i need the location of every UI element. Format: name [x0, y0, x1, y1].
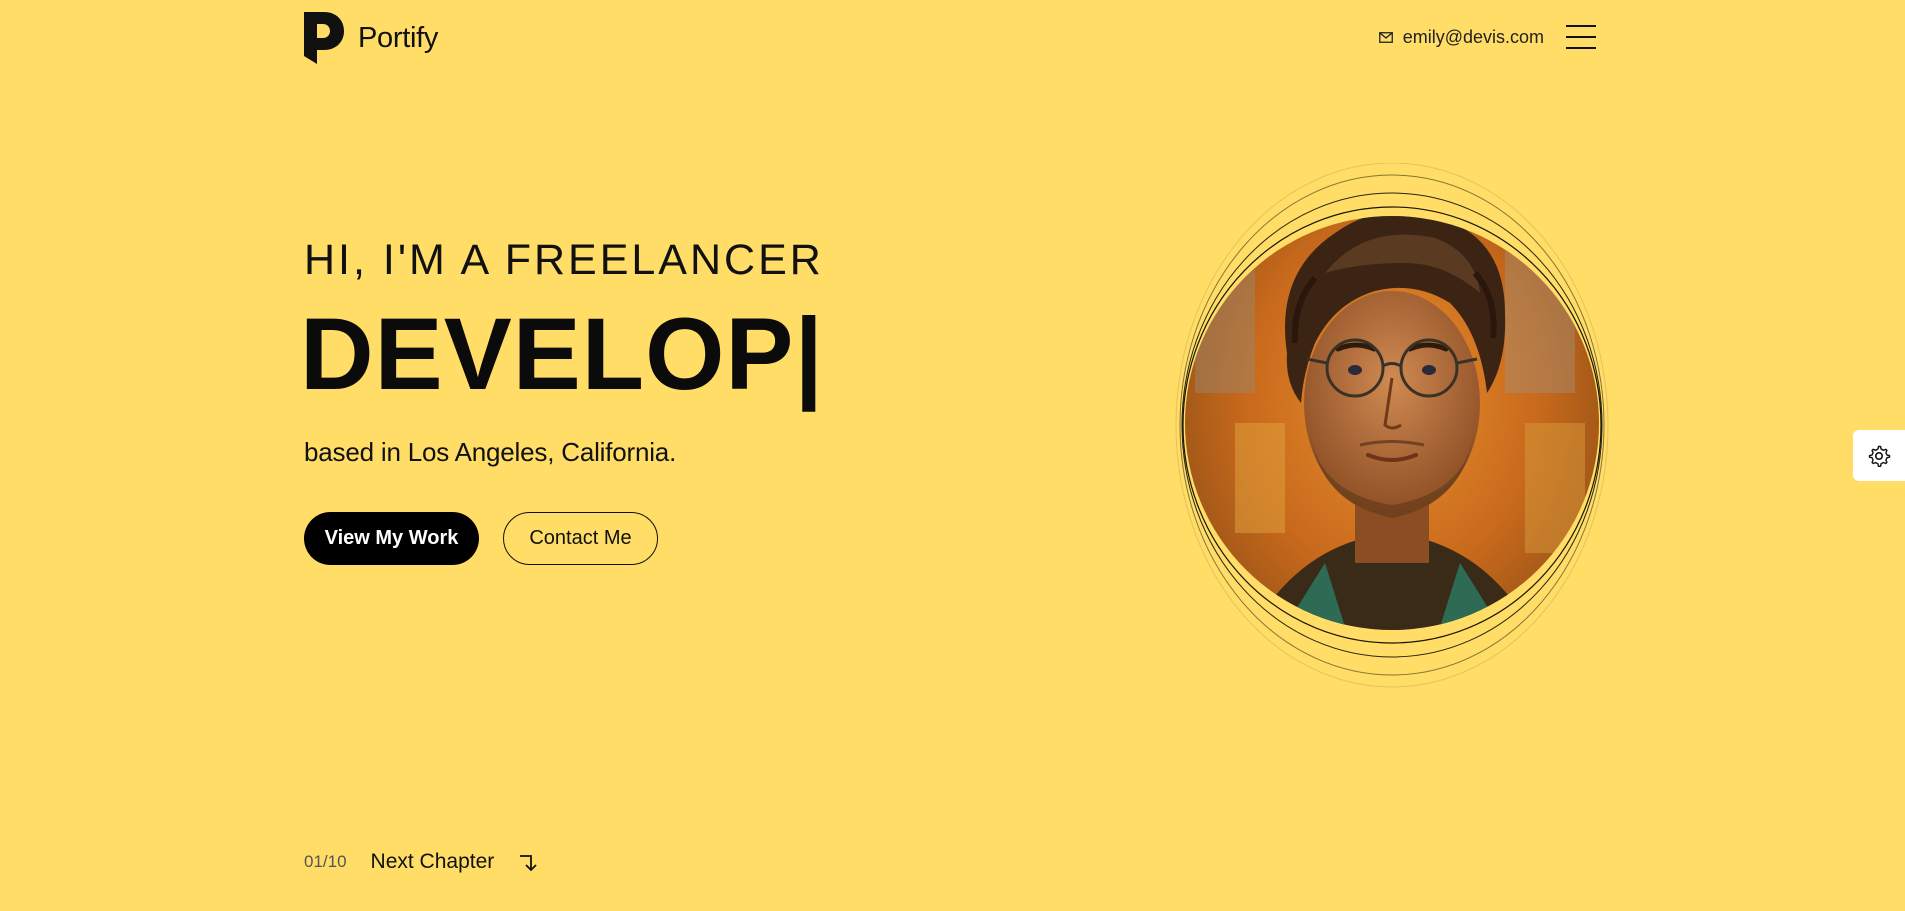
- hero-location: based in Los Angeles, California.: [304, 437, 677, 467]
- chapter-navigation: 01/10 Next Chapter: [304, 850, 540, 874]
- mail-icon: [1378, 31, 1393, 43]
- arrow-turn-down-icon[interactable]: [518, 851, 540, 873]
- next-chapter-link[interactable]: Next Chapter: [371, 850, 495, 874]
- contact-me-button[interactable]: Contact Me: [503, 512, 658, 565]
- hamburger-menu-icon[interactable]: [1566, 25, 1596, 49]
- gear-icon: [1868, 445, 1891, 467]
- hero-portrait: [1175, 163, 1610, 693]
- portrait-photo: [1185, 216, 1599, 630]
- brand-logo[interactable]: Portify: [304, 12, 438, 64]
- chapter-counter: 01/10: [304, 852, 347, 871]
- brand-name: Portify: [358, 21, 439, 54]
- settings-button[interactable]: [1853, 430, 1905, 481]
- header-contact: emily@devis.com: [1378, 25, 1596, 49]
- email-link[interactable]: emily@devis.com: [1378, 26, 1544, 48]
- email-address: emily@devis.com: [1402, 26, 1544, 47]
- hero-subtitle: Hi, I'm a Freelancer: [304, 236, 824, 284]
- portify-logo-icon: [304, 12, 344, 64]
- hero-role-typed: DEVELOP|: [300, 297, 824, 411]
- view-my-work-button[interactable]: View My Work: [304, 512, 479, 565]
- site-header: Portify emily@devis.com: [304, 12, 1596, 68]
